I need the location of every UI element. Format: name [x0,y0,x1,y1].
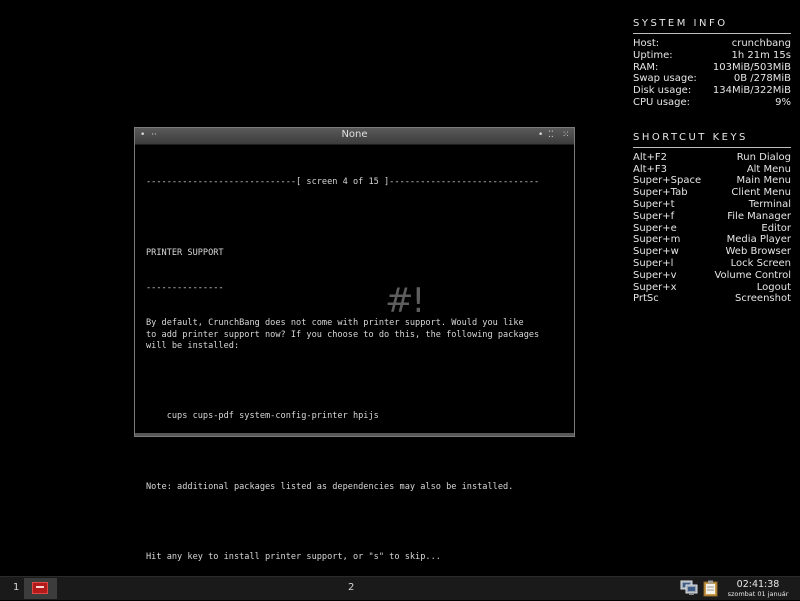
shortcut-key: Super+f [633,210,675,222]
sysinfo-label: Host: [633,38,660,49]
sysinfo-value: 134MiB/322MiB [712,85,791,97]
shortcut-key: Super+x [633,281,677,293]
shortcut-keys-section: SHORTCUT KEYS Alt+F2 Run Dialog Alt+F3 Alt… [633,132,791,305]
shortcut-action: Editor [761,222,791,234]
sysinfo-label: Swap usage: [633,73,697,85]
clock-date: szombat 01 január [727,590,789,598]
shortcut-row: Super+e Editor [633,223,791,235]
window-close-button[interactable]: ⁙ [562,129,570,141]
taskbar-task-terminal[interactable] [24,578,57,599]
sysinfo-label: Uptime: [633,49,673,61]
shortcut-action: Terminal [748,198,791,210]
shortcut-key: Alt+F3 [633,163,668,175]
shortcut-action: Alt Menu [746,163,791,175]
dependency-note: Note: additional packages listed as depe… [146,481,514,492]
shortcut-key: Super+Space [633,175,702,187]
install-prompt: Hit any key to install printer support, … [146,551,441,562]
shortcut-row: PrtSc Screenshot [633,293,791,305]
sysinfo-row-disk: Disk usage: 134MiB/322MiB [633,85,791,97]
shortcut-action: Main Menu [736,175,791,187]
shortcut-key: Super+Tab [633,187,688,199]
shortcut-action: Logout [756,281,791,293]
shortcut-action: Lock Screen [730,257,791,269]
sysinfo-label: RAM: [633,61,659,73]
terminal-icon [32,582,48,594]
section-heading-rule: --------------- [146,282,224,293]
network-icon[interactable] [680,580,698,596]
window-bottom-handle[interactable] [135,433,574,436]
shortcut-row: Super+x Logout [633,282,791,294]
terminal-content[interactable]: -----------------------------[ screen 4 … [146,154,568,561]
crunchbang-logo: #! [385,281,425,321]
clock[interactable]: 02:41:38 szombat 01 január [724,579,792,598]
sysinfo-value: 0B /278MiB [733,73,791,85]
description-paragraph: By default, CrunchBang does not come wit… [146,317,540,352]
sysinfo-value: 9% [775,96,791,108]
taskbar: 1 2 02:41:38 szombat 01 január [0,576,800,600]
window-iconify-button[interactable]: • [538,129,543,141]
sysinfo-value: 1h 21m 15s [731,49,791,61]
window-title: None [341,129,368,140]
sysinfo-value: crunchbang [731,38,791,49]
shortcuts-heading: SHORTCUT KEYS [633,131,748,143]
shortcut-row: Super+m Media Player [633,234,791,246]
shortcut-action: Volume Control [714,269,791,281]
sysinfo-row-cpu: CPU usage: 9% [633,97,791,109]
workspace-1-label[interactable]: 1 [13,582,19,593]
sysinfo-heading: SYSTEM INFO [633,18,728,29]
shortcut-action: Web Browser [725,246,791,258]
sysinfo-divider [633,33,791,34]
shortcut-key: Super+l [633,257,674,269]
conky-panel: SYSTEM INFO Host: crunchbang Uptime: 1h 21… [633,18,791,305]
shortcut-action: Screenshot [735,293,791,305]
sysinfo-row-swap: Swap usage: 0B /278MiB [633,73,791,85]
shortcut-row: Super+Tab Client Menu [633,187,791,199]
sysinfo-row-ram: RAM: 103MiB/503MiB [633,62,791,74]
workspace-2-label[interactable]: 2 [348,582,354,593]
shortcut-row: Super+Space Main Menu [633,175,791,187]
package-list: cups cups-pdf system-config-printer hpij… [146,411,379,422]
shortcut-row: Alt+F2 Run Dialog [633,152,791,164]
shortcut-row: Super+w Web Browser [633,246,791,258]
shortcut-key: Super+e [633,222,677,234]
shortcuts-divider [633,146,791,148]
shortcut-key: Super+t [633,198,675,210]
shortcut-key: Super+v [633,269,677,281]
clock-time: 02:41:38 [736,579,780,590]
shortcut-key: Super+w [633,246,679,258]
clipboard-icon[interactable] [703,580,718,597]
shortcut-key: Super+m [633,234,681,246]
sysinfo-row-uptime: Uptime: 1h 21m 15s [633,50,791,62]
shortcut-row: Super+l Lock Screen [633,258,791,270]
shortcut-row: Alt+F3 Alt Menu [633,164,791,176]
shortcut-action: File Manager [727,210,791,222]
shortcut-row: Super+t Terminal [633,199,791,211]
shortcut-action: Media Player [726,234,791,246]
shortcut-key: PrtSc [633,293,659,305]
sysinfo-label: Disk usage: [633,85,692,97]
window-maximize-button[interactable]: ⁚⁚ [548,129,554,141]
shortcut-action: Run Dialog [736,151,791,163]
sysinfo-label: CPU usage: [633,96,691,108]
shortcut-key: Alt+F2 [633,151,668,163]
window-titlebar[interactable]: • ·· None • ⁚⁚ ⁙ [135,128,574,145]
section-heading: PRINTER SUPPORT [146,247,224,258]
terminal-window[interactable]: • ·· None • ⁚⁚ ⁙ -----------------------… [134,127,575,562]
screen-indicator-line: -----------------------------[ screen 4 … [146,177,540,188]
shortcut-row: Super+f File Manager [633,211,791,223]
shortcut-action: Client Menu [731,187,791,199]
shortcut-row: Super+v Volume Control [633,270,791,282]
sysinfo-value: 103MiB/503MiB [712,61,791,73]
sysinfo-row-host: Host: crunchbang [633,38,791,50]
